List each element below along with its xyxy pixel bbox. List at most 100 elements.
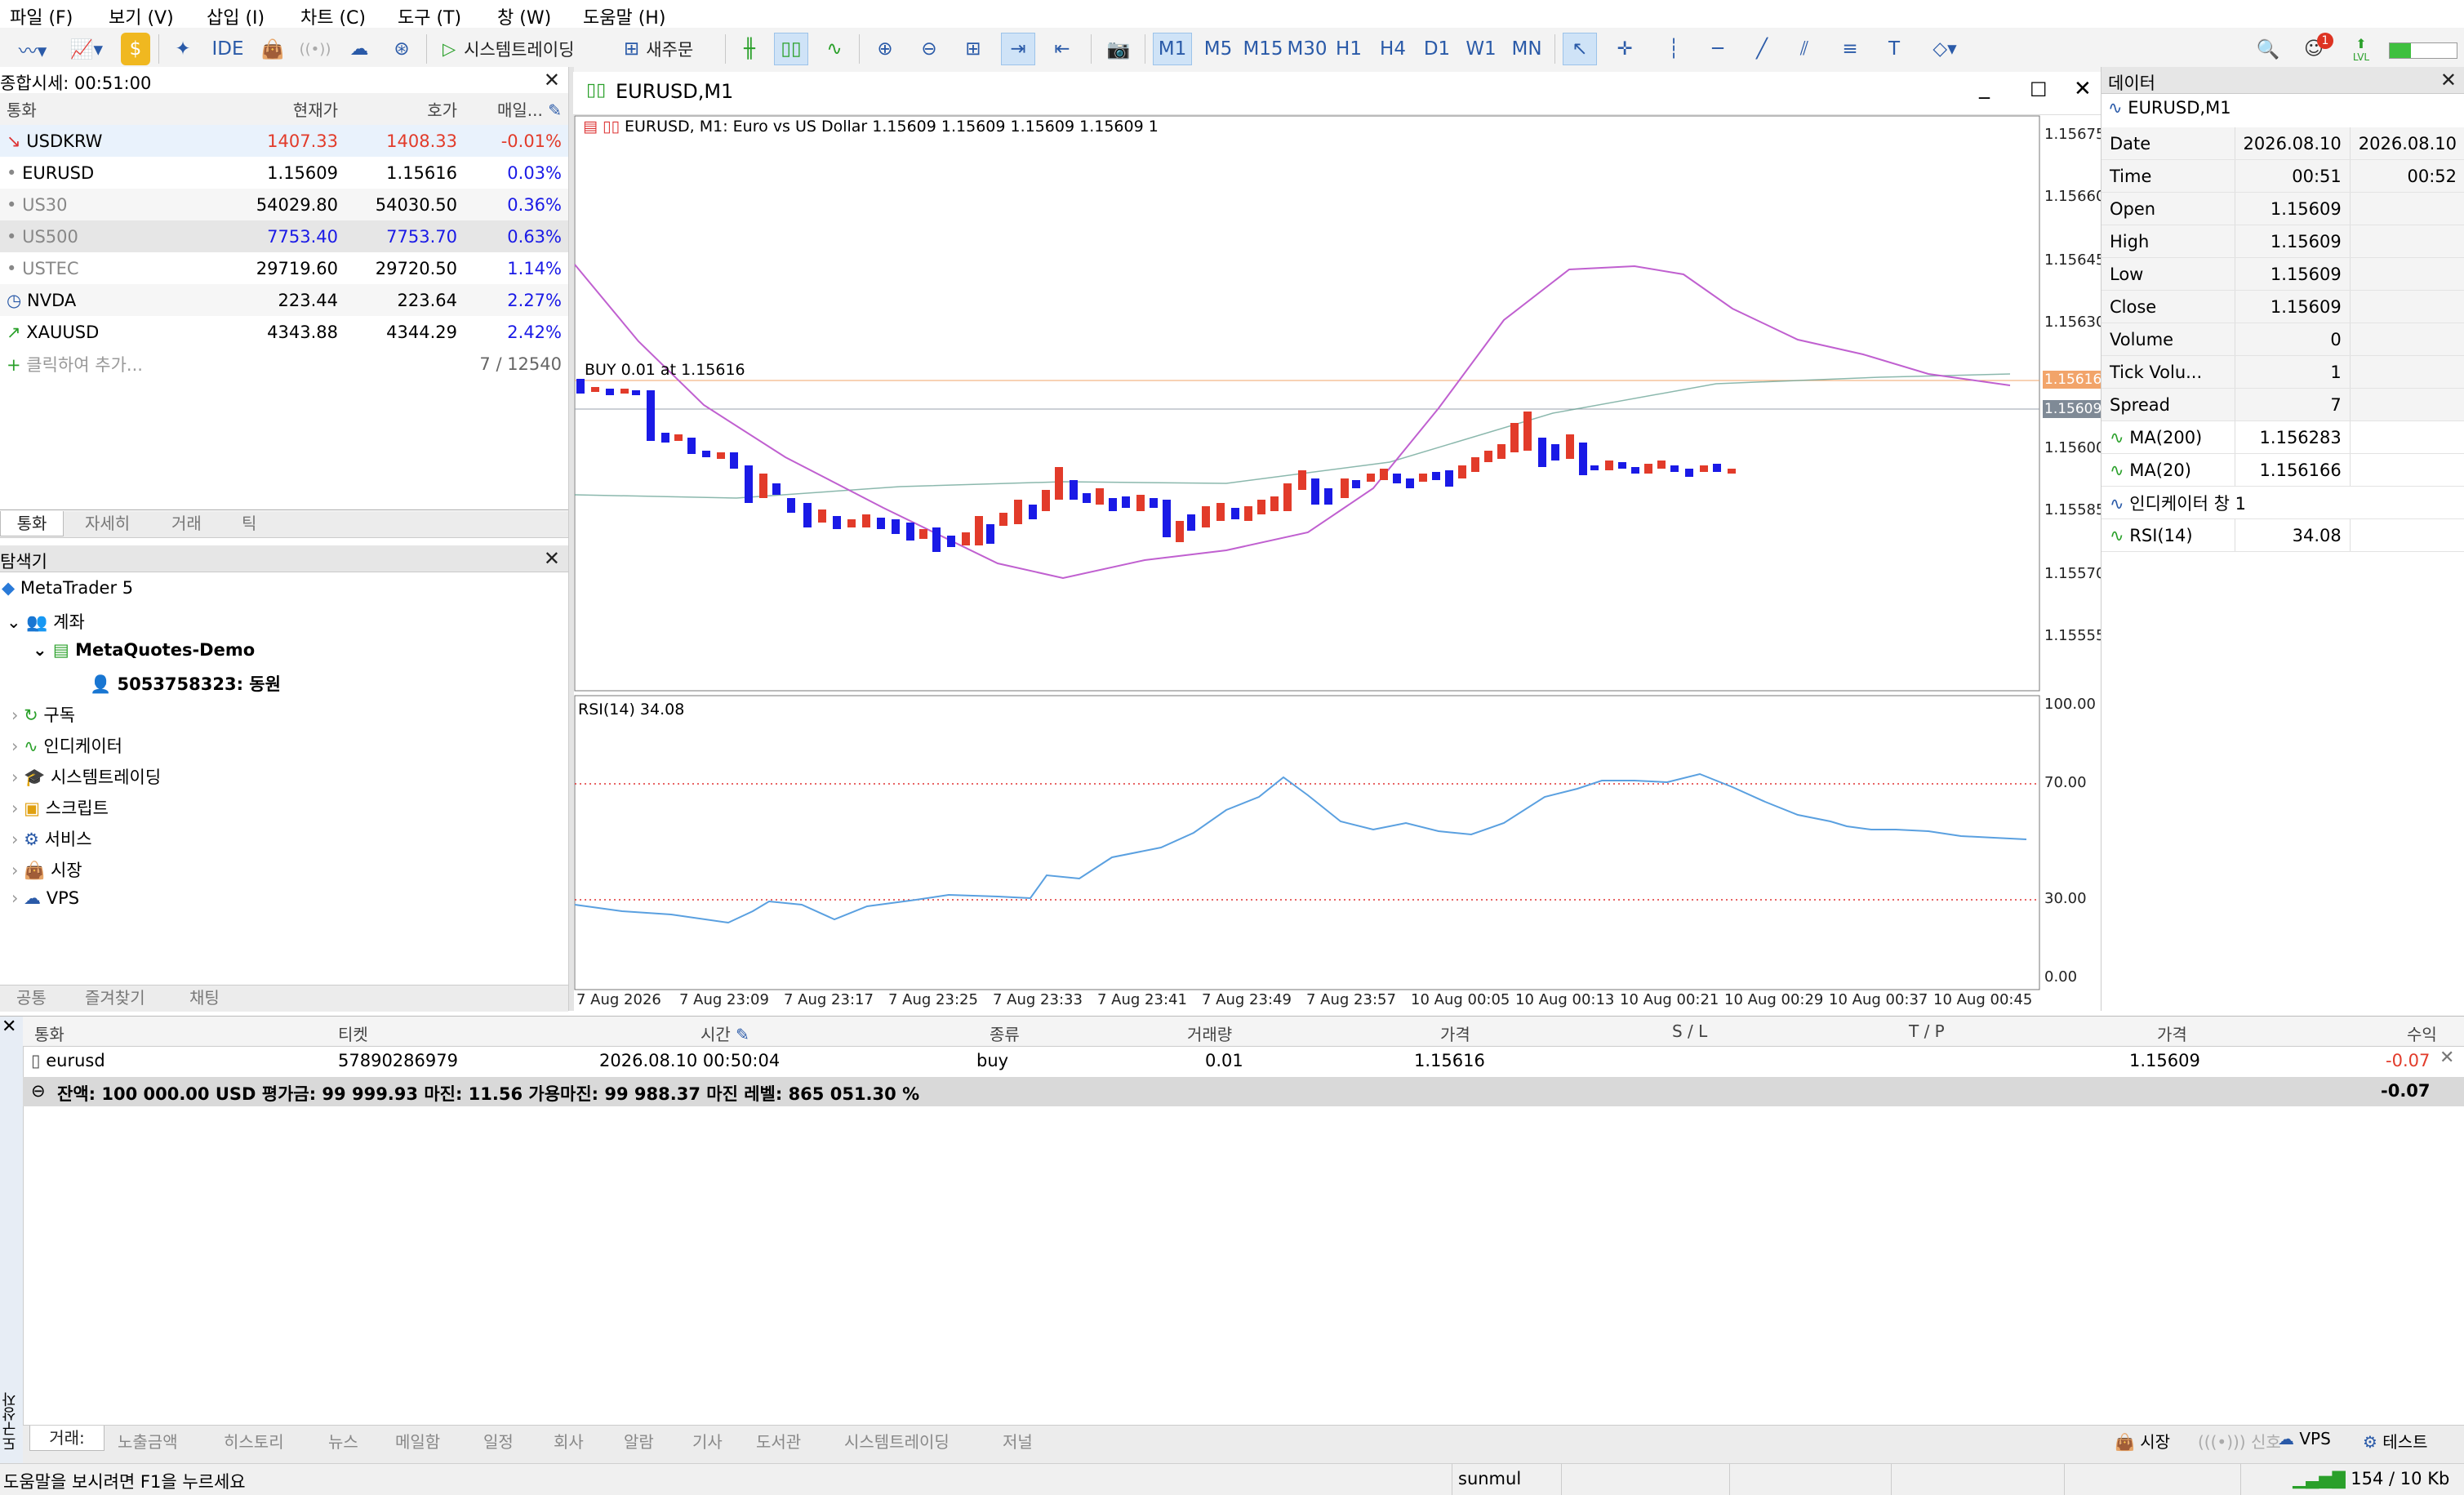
close-icon[interactable]: ✕ bbox=[544, 547, 560, 570]
shapes-menu-icon[interactable]: ◇▾ bbox=[1922, 33, 1968, 65]
tree-vps[interactable]: › ☁ VPS bbox=[11, 888, 79, 908]
col-daily[interactable]: 매일... ✎ bbox=[464, 93, 568, 125]
community-globe-icon[interactable]: ⊛ bbox=[385, 33, 418, 65]
autoscroll-icon[interactable]: ⇥ bbox=[1001, 33, 1035, 65]
collapse-icon[interactable]: ⊖ bbox=[31, 1081, 46, 1101]
crosshair-icon[interactable]: ✛ bbox=[1608, 33, 1641, 65]
menu-insert[interactable]: 삽입 (I) bbox=[207, 3, 265, 29]
trade-icon[interactable]: ▯▯ bbox=[603, 118, 620, 136]
col-sl[interactable]: S / L bbox=[1672, 1021, 1707, 1041]
tab-exposure[interactable]: 노출금액 bbox=[118, 1429, 178, 1453]
col-profit[interactable]: 수익 bbox=[2407, 1021, 2437, 1045]
col-current-price[interactable]: 가격 bbox=[2157, 1021, 2187, 1045]
tf-m5[interactable]: M5 bbox=[1199, 33, 1238, 65]
line-chart-icon[interactable]: ∿ bbox=[818, 33, 851, 65]
vps-link[interactable]: ☁ VPS bbox=[2278, 1429, 2331, 1448]
zoom-out-icon[interactable]: ⊖ bbox=[913, 33, 945, 65]
table-row[interactable]: ↗ XAUUSD 4343.88 4344.29 2.42% bbox=[0, 316, 568, 348]
chevron-right-icon[interactable]: › bbox=[11, 888, 18, 908]
vertical-line-icon[interactable]: ┆ bbox=[1659, 33, 1688, 65]
tab-mailbox[interactable]: 메일함 bbox=[395, 1429, 440, 1453]
tab-trade[interactable]: 거래: bbox=[29, 1426, 105, 1451]
edit-icon[interactable]: ✎ bbox=[736, 1025, 749, 1044]
tab-trading[interactable]: 거래 bbox=[171, 511, 202, 536]
minimize-icon[interactable]: _ bbox=[1979, 75, 1990, 100]
tree-server[interactable]: ⌄ ▤ MetaQuotes-Demo bbox=[33, 640, 255, 660]
table-row[interactable]: • EURUSD 1.15609 1.15616 0.03% bbox=[0, 157, 568, 189]
tab-library[interactable]: 도서관 bbox=[756, 1429, 801, 1453]
tree-account[interactable]: 👤 5053758323: 동원 bbox=[90, 671, 281, 696]
tab-experts[interactable]: 시스템트레이딩 bbox=[844, 1429, 950, 1453]
tab-chat[interactable]: 채팅 bbox=[189, 986, 220, 1010]
col-price[interactable]: 가격 bbox=[1440, 1021, 1470, 1045]
ide-button[interactable]: IDE bbox=[207, 33, 248, 65]
tree-root[interactable]: ◆ MetaTrader 5 bbox=[2, 578, 133, 598]
market-dollar-icon[interactable]: $ bbox=[121, 33, 150, 65]
position-row[interactable]: ▯ eurusd 57890286979 2026.08.10 00:50:04… bbox=[23, 1046, 2464, 1077]
chevron-right-icon[interactable]: › bbox=[11, 705, 18, 725]
tree-services[interactable]: › ⚙ 서비스 bbox=[11, 826, 92, 851]
tree-scripts[interactable]: › ▣ 스크립트 bbox=[11, 795, 109, 820]
chevron-down-icon[interactable]: ⌄ bbox=[33, 640, 47, 660]
market-bag-icon[interactable]: 👜 bbox=[258, 33, 287, 65]
chart-area[interactable]: ▤ ▯▯ EURUSD, M1: Euro vs US Dollar 1.156… bbox=[573, 114, 2105, 1011]
notifications-icon[interactable]: ☺ 1 bbox=[2294, 33, 2333, 65]
tab-alerts[interactable]: 알람 bbox=[624, 1429, 654, 1453]
tree-indicators[interactable]: › ∿ 인디케이터 bbox=[11, 733, 122, 758]
chevron-right-icon[interactable]: › bbox=[11, 830, 18, 849]
search-icon[interactable]: 🔍 bbox=[2252, 33, 2284, 65]
menu-view[interactable]: 보기 (V) bbox=[109, 3, 174, 29]
menu-tools[interactable]: 도구 (T) bbox=[398, 3, 461, 29]
tree-experts[interactable]: › 🎓 시스템트레이딩 bbox=[11, 764, 161, 789]
tester-link[interactable]: ⚙ 테스트 bbox=[2363, 1429, 2428, 1453]
indicators-menu-icon[interactable]: 📈▾ bbox=[62, 33, 111, 65]
table-row[interactable]: ↘ USDKRW 1407.33 1408.33 -0.01% bbox=[0, 125, 568, 157]
tf-w1[interactable]: W1 bbox=[1463, 33, 1499, 65]
buy-order-label[interactable]: BUY 0.01 at 1.15616 bbox=[585, 361, 745, 379]
close-icon[interactable]: ✕ bbox=[2440, 69, 2457, 91]
tf-h4[interactable]: H4 bbox=[1375, 33, 1411, 65]
list-icon[interactable]: ▤ bbox=[583, 118, 598, 136]
col-ask[interactable]: 호가 bbox=[345, 93, 464, 125]
col-bid[interactable]: 현재가 bbox=[225, 93, 345, 125]
col-type[interactable]: 종류 bbox=[990, 1021, 1020, 1045]
close-icon[interactable]: ✕ bbox=[2, 1017, 16, 1037]
text-tool-icon[interactable]: T bbox=[1878, 33, 1910, 65]
screenshot-camera-icon[interactable]: 📷 bbox=[1102, 33, 1135, 65]
col-time[interactable]: 시간 ✎ bbox=[701, 1021, 749, 1045]
tf-mn[interactable]: MN bbox=[1507, 33, 1546, 65]
col-tp[interactable]: T / P bbox=[1909, 1021, 1945, 1041]
bar-chart-icon[interactable]: ╫ bbox=[733, 33, 766, 65]
table-row[interactable]: ◷ NVDA 223.44 223.64 2.27% bbox=[0, 284, 568, 316]
signals-icon[interactable]: ((•)) bbox=[297, 33, 333, 65]
signals-link[interactable]: (((•))) 신호 bbox=[2198, 1429, 2281, 1453]
tab-common[interactable]: 공통 bbox=[16, 986, 47, 1010]
tab-news[interactable]: 뉴스 bbox=[328, 1429, 358, 1453]
menu-file[interactable]: 파일 (F) bbox=[10, 3, 73, 29]
col-symbol[interactable]: 통화 bbox=[0, 93, 225, 125]
tree-accounts[interactable]: ⌄ 👥 계좌 bbox=[7, 609, 85, 634]
tab-journal[interactable]: 저널 bbox=[1003, 1429, 1033, 1453]
new-order-button[interactable]: ⊞ 새주문 bbox=[617, 33, 715, 65]
chart-type-icon[interactable]: 〰▾ bbox=[8, 33, 57, 65]
tab-favorites[interactable]: 즐겨찾기 bbox=[85, 986, 145, 1010]
market-link[interactable]: 👜 시장 bbox=[2115, 1429, 2170, 1453]
tree-market[interactable]: › 👜 시장 bbox=[11, 857, 82, 882]
close-position-icon[interactable]: ✕ bbox=[2440, 1048, 2454, 1068]
candlestick-chart-icon[interactable]: ▯▯ bbox=[774, 33, 808, 65]
vps-cloud-icon[interactable]: ☁ bbox=[343, 33, 376, 65]
maximize-icon[interactable]: ☐ bbox=[2030, 78, 2048, 101]
chevron-right-icon[interactable]: › bbox=[11, 768, 18, 787]
tree-subscriptions[interactable]: › ↻ 구독 bbox=[11, 702, 75, 727]
channel-icon[interactable]: ⫽ bbox=[1788, 33, 1821, 65]
level-icon[interactable]: ⬆ LVL bbox=[2345, 33, 2377, 65]
chart-shift-icon[interactable]: ⇤ bbox=[1045, 33, 1079, 65]
tf-h1[interactable]: H1 bbox=[1331, 33, 1367, 65]
tab-articles[interactable]: 기사 bbox=[692, 1429, 723, 1453]
zoom-in-icon[interactable]: ⊕ bbox=[869, 33, 901, 65]
col-symbol[interactable]: 통화 bbox=[34, 1021, 64, 1045]
tf-m15[interactable]: M15 bbox=[1239, 33, 1287, 65]
edit-icon[interactable]: ✎ bbox=[548, 100, 562, 120]
tab-details[interactable]: 자세히 bbox=[85, 511, 130, 536]
add-symbol-row[interactable]: + 클릭하여 추가... 7 / 12540 bbox=[0, 348, 568, 380]
